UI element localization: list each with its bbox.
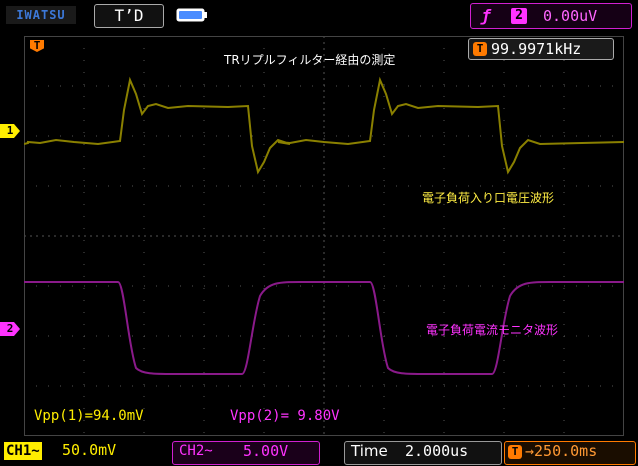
frequency-counter-icon: T <box>473 42 487 56</box>
trigger-settings[interactable]: ƒ 2 0.00uV <box>470 3 632 29</box>
trigger-source-badge: 2 <box>511 8 527 24</box>
ch2-volts-per-div: 5.00V <box>243 442 289 460</box>
time-per-div: 2.000us <box>405 442 469 460</box>
ch2-vpp-measurement: Vpp(2)= 9.80V <box>230 408 340 424</box>
timebase-setting[interactable]: Time 2.000us <box>344 441 502 465</box>
frequency-counter: T 99.9971kHz <box>468 38 614 60</box>
acquisition-mode-button[interactable]: T’D <box>94 4 164 28</box>
graticule <box>24 36 624 436</box>
status-bar: IWATSU T’D ƒ 2 0.00uV <box>0 0 638 30</box>
time-label: Time <box>351 442 388 460</box>
ch2-waveform-label: 電子負荷電流モニタ波形 <box>426 323 559 337</box>
ch1-scale-setting[interactable]: CH1~ 50.0mV <box>4 441 144 463</box>
ch1-waveform-label: 電子負荷入り口電圧波形 <box>422 191 555 205</box>
brand-logo: IWATSU <box>6 6 76 24</box>
screen-title: TRリプルフィルター経由の測定 <box>224 53 396 67</box>
waveform-display: T TRリプルフィルター経由の測定 T 99.9971kHz 1 2 電子負荷入… <box>0 36 624 436</box>
trigger-delay-value: →250.0ms <box>525 442 598 460</box>
ch1-tag: CH1~ <box>4 442 42 460</box>
frequency-value: 99.9971kHz <box>491 40 582 58</box>
battery-icon <box>176 8 207 22</box>
ch2-scale-setting[interactable]: CH2~ 5.00V <box>172 441 320 465</box>
trigger-delay-icon: T <box>508 445 522 459</box>
ch2-tag: CH2~ <box>179 443 213 459</box>
ch1-vpp-measurement: Vpp(1)=94.0mV <box>34 408 144 424</box>
trigger-level: 0.00uV <box>543 7 598 25</box>
ch1-ground-marker[interactable]: 1 <box>0 124 20 138</box>
ch2-ground-marker[interactable]: 2 <box>0 322 20 336</box>
trigger-edge-icon: ƒ <box>481 6 491 25</box>
ch1-volts-per-div: 50.0mV <box>62 441 117 459</box>
settings-bar: CH1~ 50.0mV CH2~ 5.00V Time 2.000us T →2… <box>0 438 638 466</box>
trigger-delay-setting[interactable]: T →250.0ms <box>504 441 636 465</box>
